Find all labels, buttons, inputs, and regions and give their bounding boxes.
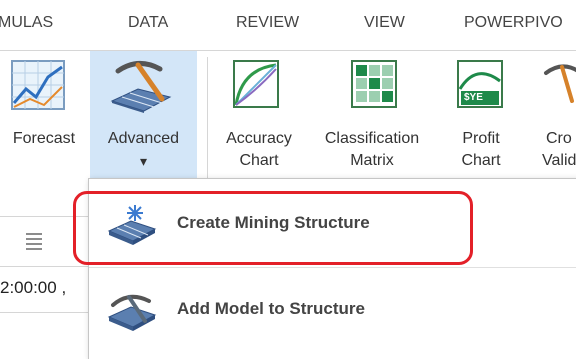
accuracy-label-line2: Chart: [239, 152, 279, 169]
forecast-icon: [10, 59, 66, 111]
cross-label-line2: Valid: [542, 152, 576, 169]
tab-powerpivot[interactable]: POWERPIVO: [464, 14, 563, 32]
profit-label-line1: Profit: [462, 130, 500, 147]
classification-label-line2: Matrix: [350, 152, 394, 169]
classification-label-line1: Classification: [324, 130, 420, 147]
ribbon-tabs: MULAS DATA REVIEW VIEW POWERPIVO: [0, 0, 576, 51]
forecast-label: Forecast: [12, 130, 76, 147]
cross-validation-button[interactable]: Cro Valid: [524, 51, 576, 191]
cross-label-line1: Cro: [546, 130, 572, 147]
menu-item-create-mining-structure[interactable]: Create Mining Structure: [89, 189, 576, 261]
add-model-icon: [107, 287, 157, 333]
chevron-down-icon[interactable]: ▾: [90, 151, 197, 171]
profit-label-line2: Chart: [461, 152, 501, 169]
advanced-label: Advanced: [107, 130, 180, 147]
accuracy-chart-icon: [232, 59, 282, 111]
tab-formulas[interactable]: MULAS: [0, 14, 53, 32]
menu-item-add-model-to-structure[interactable]: Add Model to Structure: [89, 275, 576, 347]
advanced-dropdown-menu: Create Mining Structure Add Model to Str…: [88, 178, 576, 359]
advanced-button[interactable]: Advanced ▾: [90, 51, 197, 191]
tab-data[interactable]: DATA: [128, 14, 168, 32]
menu-item-label: Create Mining Structure: [177, 213, 370, 232]
pickaxe-validation-icon: [542, 61, 576, 105]
profit-chart-button[interactable]: $YE Profit Chart: [446, 51, 516, 191]
insert-function-icon[interactable]: [24, 230, 44, 252]
cell-value: 2:00:00 ,: [0, 278, 67, 297]
mining-structure-icon: [107, 201, 157, 247]
classification-matrix-button[interactable]: Classification Matrix: [312, 51, 432, 191]
menu-item-label: Add Model to Structure: [177, 299, 365, 318]
menu-divider: [89, 267, 576, 268]
tab-review[interactable]: REVIEW: [236, 14, 299, 32]
classification-matrix-icon: [350, 59, 400, 111]
forecast-button[interactable]: Forecast: [0, 51, 88, 191]
pickaxe-mining-icon: [108, 57, 176, 113]
profit-icon-text: $YE: [464, 92, 483, 103]
accuracy-chart-button[interactable]: Accuracy Chart: [214, 51, 304, 191]
profit-chart-icon: $YE: [456, 59, 506, 111]
tab-view[interactable]: VIEW: [364, 14, 405, 32]
accuracy-label-line1: Accuracy: [226, 130, 292, 147]
